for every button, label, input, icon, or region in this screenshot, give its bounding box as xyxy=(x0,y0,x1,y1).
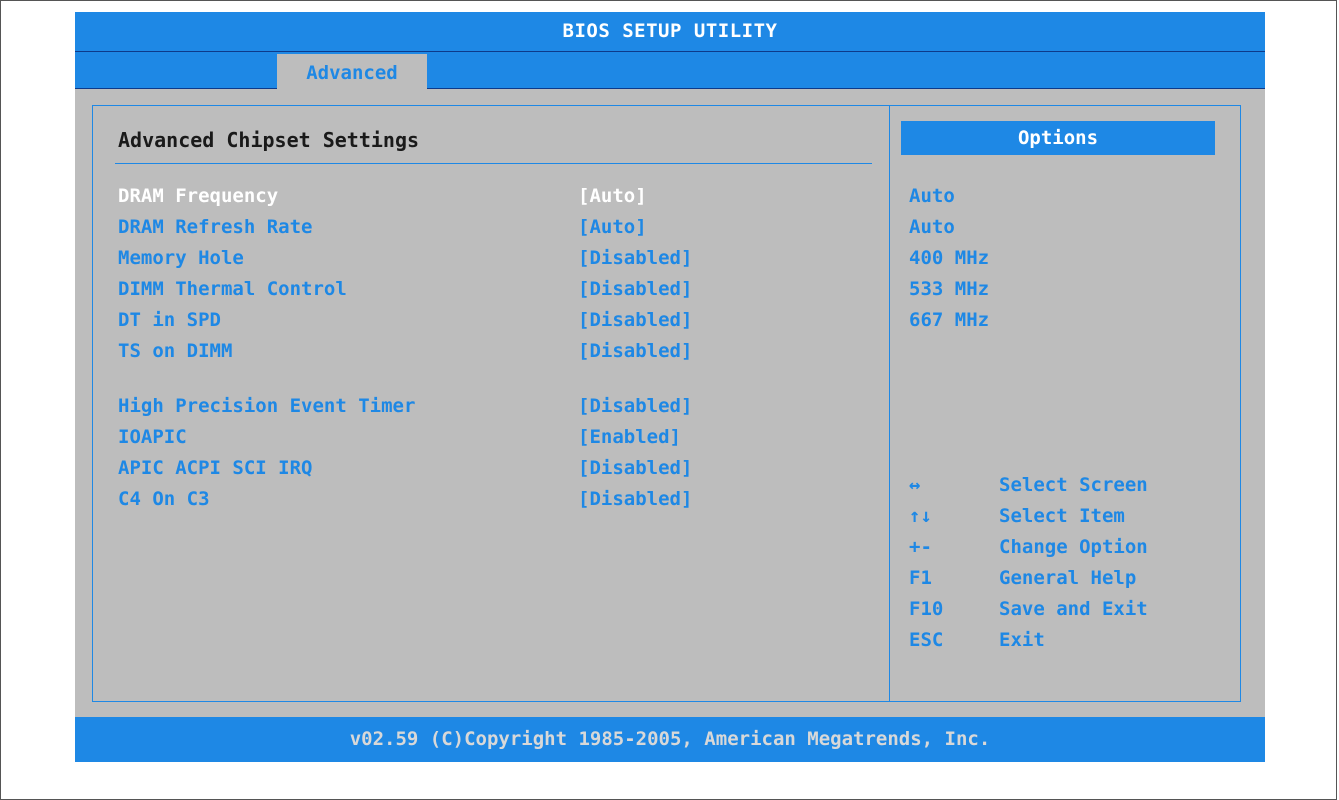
help-key: +- xyxy=(909,536,932,558)
setting-name: DT in SPD xyxy=(118,309,221,331)
setting-ioapic[interactable]: IOAPIC [Enabled] xyxy=(118,422,878,453)
help-select-item: ↑↓ Select Item xyxy=(909,501,1209,532)
bios-title: BIOS SETUP UTILITY xyxy=(75,12,1265,51)
setting-apic-acpi-sci-irq[interactable]: APIC ACPI SCI IRQ [Disabled] xyxy=(118,453,878,484)
help-select-screen: ↔ Select Screen xyxy=(909,470,1209,501)
setting-value: [Disabled] xyxy=(578,488,693,510)
main-panel: Advanced Chipset Settings DRAM Frequency… xyxy=(92,105,1241,702)
setting-dram-frequency[interactable]: DRAM Frequency [Auto] xyxy=(118,181,878,212)
setting-value: [Disabled] xyxy=(578,278,693,300)
setting-ts-on-dimm[interactable]: TS on DIMM [Disabled] xyxy=(118,336,878,367)
setting-value: [Enabled] xyxy=(578,426,681,448)
setting-dimm-thermal-control[interactable]: DIMM Thermal Control [Disabled] xyxy=(118,274,878,305)
setting-name: High Precision Event Timer xyxy=(118,395,416,417)
setting-name: DRAM Refresh Rate xyxy=(118,216,313,238)
setting-value: [Disabled] xyxy=(578,309,693,331)
setting-memory-hole[interactable]: Memory Hole [Disabled] xyxy=(118,243,878,274)
help-desc: Select Screen xyxy=(999,474,1148,496)
setting-name: TS on DIMM xyxy=(118,340,233,362)
help-key: F1 xyxy=(909,567,932,589)
tab-bar: Advanced xyxy=(75,51,1265,89)
page-title: Advanced Chipset Settings xyxy=(118,128,420,152)
setting-value: [Disabled] xyxy=(578,457,693,479)
arrows-left-right-icon: ↔ xyxy=(909,474,921,496)
setting-value: [Disabled] xyxy=(578,247,693,269)
setting-dt-in-spd[interactable]: DT in SPD [Disabled] xyxy=(118,305,878,336)
option-item[interactable]: 667 MHz xyxy=(909,305,989,336)
copyright-footer: v02.59 (C)Copyright 1985-2005, American … xyxy=(75,717,1265,762)
setting-name: APIC ACPI SCI IRQ xyxy=(118,457,313,479)
setting-value: [Disabled] xyxy=(578,340,693,362)
setting-name: Memory Hole xyxy=(118,247,244,269)
option-item[interactable]: 533 MHz xyxy=(909,274,989,305)
help-desc: Select Item xyxy=(999,505,1125,527)
help-general-help: F1 General Help xyxy=(909,563,1209,594)
panel-divider xyxy=(889,106,890,701)
setting-hpet[interactable]: High Precision Event Timer [Disabled] xyxy=(118,391,878,422)
arrows-up-down-icon: ↑↓ xyxy=(909,505,932,527)
help-desc: Exit xyxy=(999,629,1045,651)
tab-advanced[interactable]: Advanced xyxy=(277,54,427,89)
help-save-exit: F10 Save and Exit xyxy=(909,594,1209,625)
title-underline xyxy=(115,163,872,164)
setting-value: [Auto] xyxy=(578,185,647,207)
help-desc: Change Option xyxy=(999,536,1148,558)
setting-value: [Auto] xyxy=(578,216,647,238)
setting-value: [Disabled] xyxy=(578,395,693,417)
option-item[interactable]: Auto xyxy=(909,212,955,243)
help-desc: Save and Exit xyxy=(999,598,1148,620)
help-change-option: +- Change Option xyxy=(909,532,1209,563)
option-item[interactable]: Auto xyxy=(909,181,955,212)
setting-name: IOAPIC xyxy=(118,426,187,448)
options-header: Options xyxy=(901,121,1215,155)
help-desc: General Help xyxy=(999,567,1137,589)
setting-name: DRAM Frequency xyxy=(118,185,279,207)
bios-window: BIOS SETUP UTILITY Advanced Advanced Chi… xyxy=(75,12,1265,762)
setting-dram-refresh-rate[interactable]: DRAM Refresh Rate [Auto] xyxy=(118,212,878,243)
help-key: F10 xyxy=(909,598,944,620)
setting-c4-on-c3[interactable]: C4 On C3 [Disabled] xyxy=(118,484,878,515)
option-item[interactable]: 400 MHz xyxy=(909,243,989,274)
setting-name: DIMM Thermal Control xyxy=(118,278,347,300)
help-exit: ESC Exit xyxy=(909,625,1209,656)
setting-name: C4 On C3 xyxy=(118,488,210,510)
help-key: ESC xyxy=(909,629,944,651)
